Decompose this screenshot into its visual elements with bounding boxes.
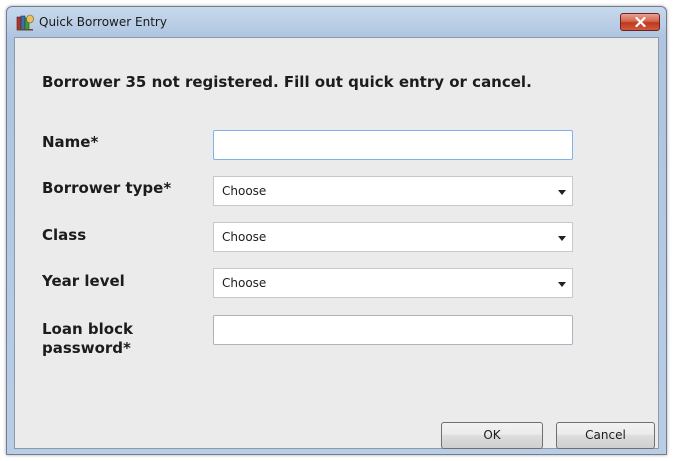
dropdown-arrow-icon: [558, 190, 566, 195]
borrower-type-value: Choose: [222, 184, 267, 198]
name-input[interactable]: [213, 130, 573, 160]
class-select[interactable]: Choose: [213, 222, 573, 252]
window-title: Quick Borrower Entry: [39, 15, 167, 29]
year-level-value: Choose: [222, 276, 267, 290]
cancel-button[interactable]: Cancel: [556, 422, 655, 449]
books-app-icon: [16, 14, 34, 31]
class-value: Choose: [222, 230, 267, 244]
dialog-content: Borrower 35 not registered. Fill out qui…: [14, 37, 659, 449]
loan-block-password-input[interactable]: [213, 315, 573, 345]
class-label: Class: [42, 226, 87, 244]
borrower-type-select[interactable]: Choose: [213, 176, 573, 206]
dropdown-arrow-icon: [558, 236, 566, 241]
name-label: Name*: [42, 133, 99, 151]
status-message: Borrower 35 not registered. Fill out qui…: [42, 73, 532, 91]
dropdown-arrow-icon: [558, 282, 566, 287]
close-icon: [635, 17, 646, 27]
close-button[interactable]: [620, 13, 660, 31]
ok-button[interactable]: OK: [441, 422, 543, 449]
year-level-select[interactable]: Choose: [213, 268, 573, 298]
year-level-label: Year level: [42, 272, 125, 290]
loan-block-password-label: Loan block password*: [42, 320, 133, 357]
title-bar[interactable]: Quick Borrower Entry: [7, 7, 666, 37]
borrower-type-label: Borrower type*: [42, 179, 172, 197]
dialog-window: Quick Borrower Entry Borrower 35 not reg…: [6, 6, 667, 455]
